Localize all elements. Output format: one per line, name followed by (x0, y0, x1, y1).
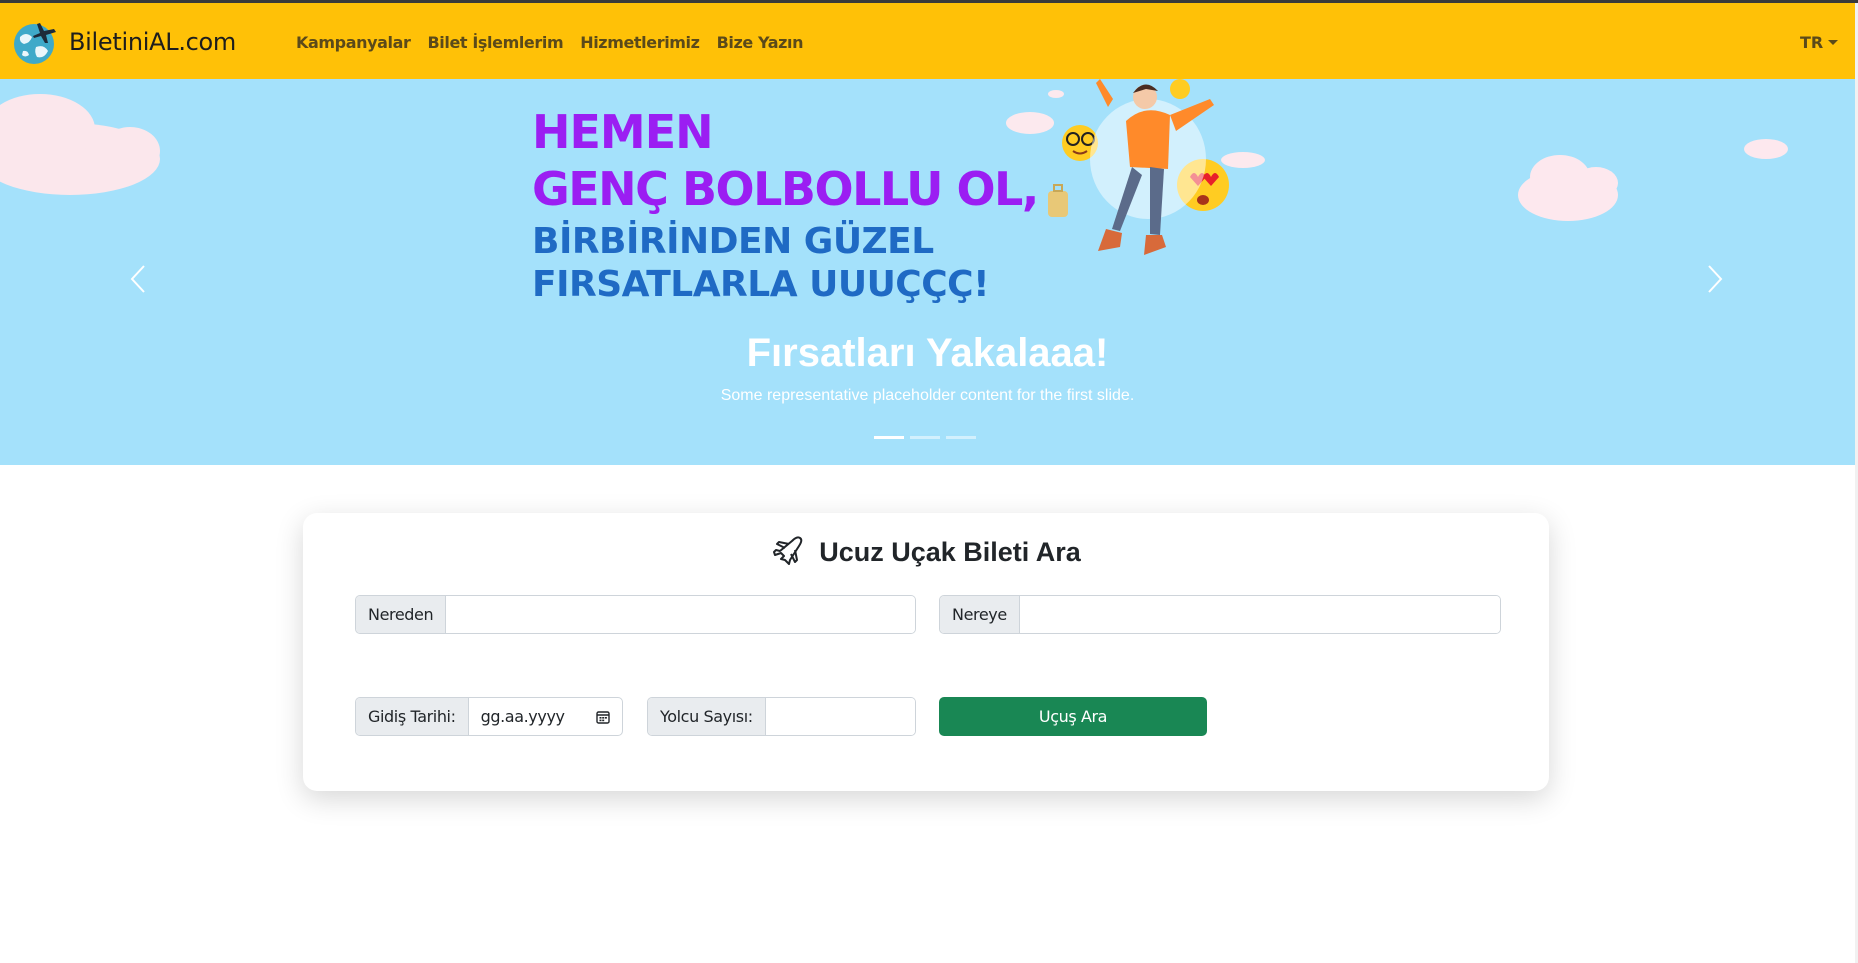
calendar-icon[interactable] (596, 710, 610, 724)
carousel-indicator-2[interactable] (910, 436, 940, 439)
banner-line-2: GENÇ BOLBOLLU OL, (532, 162, 1039, 216)
carousel-caption-text: Some representative placeholder content … (720, 387, 1135, 404)
banner-line-4: FIRSATLARLA UUUÇÇÇ! (532, 264, 989, 305)
search-title-text: Ucuz Uçak Bileti Ara (819, 536, 1081, 567)
suitcase (1048, 184, 1068, 217)
emoji-small (1170, 79, 1190, 99)
language-label: TR (1800, 33, 1824, 52)
nav-link-bilet-islemlerim[interactable]: Bilet İşlemlerim (428, 33, 564, 52)
date-placeholder: gg.aa.yyyy (480, 707, 565, 726)
brand-name: BiletiniAL.com (69, 28, 236, 56)
brand-link[interactable]: BiletiniAL.com (10, 17, 236, 67)
from-input-group: Nereden (355, 595, 916, 634)
chevron-left-icon (130, 265, 145, 293)
globe-plane-logo-icon (14, 23, 56, 64)
carousel-indicators (874, 436, 982, 439)
language-dropdown[interactable]: TR (1800, 33, 1839, 52)
character-figure (1090, 79, 1214, 255)
to-input[interactable] (1019, 596, 1500, 633)
nav-links: Kampanyalar Bilet İşlemlerim Hizmetlerim… (296, 33, 820, 52)
search-flight-button[interactable]: Uçuş Ara (939, 697, 1207, 736)
flight-search-card: Ucuz Uçak Bileti Ara Nereden Nereye Gidi… (303, 513, 1549, 791)
hero-carousel: HEMEN GENÇ BOLBOLLU OL, BİRBİRİNDEN GÜZE… (0, 79, 1855, 465)
banner-line-1: HEMEN (532, 105, 714, 159)
carousel-prev-button[interactable] (113, 254, 163, 304)
carousel-caption-title: Fırsatları Yakalaaa! (746, 331, 1109, 375)
caret-down-icon (1828, 40, 1839, 45)
nav-link-bize-yazin[interactable]: Bize Yazın (717, 33, 804, 52)
carousel-indicator-1[interactable] (874, 436, 904, 439)
date-label: Gidiş Tarihi: (356, 698, 469, 735)
from-input[interactable] (446, 596, 915, 633)
passenger-input-group: Yolcu Sayısı: (647, 697, 916, 736)
top-navbar: BiletiniAL.com Kampanyalar Bilet İşlemle… (0, 3, 1855, 79)
search-title: Ucuz Uçak Bileti Ara (303, 535, 1549, 569)
nav-link-kampanyalar[interactable]: Kampanyalar (296, 33, 411, 52)
cloud-right (1518, 155, 1618, 221)
passenger-input[interactable] (765, 698, 915, 735)
cloud-left (0, 94, 160, 195)
to-input-group: Nereye (939, 595, 1501, 634)
passenger-label: Yolcu Sayısı: (648, 698, 766, 735)
banner-headline: HEMEN GENÇ BOLBOLLU OL, BİRBİRİNDEN GÜZE… (532, 101, 1039, 305)
to-label: Nereye (940, 596, 1020, 633)
date-input-group: Gidiş Tarihi: gg.aa.yyyy (355, 697, 623, 736)
nav-link-hizmetlerimiz[interactable]: Hizmetlerimiz (580, 33, 700, 52)
cloud-far-right (1744, 139, 1788, 159)
banner-line-3: BİRBİRİNDEN GÜZEL (532, 221, 934, 262)
from-label: Nereden (356, 596, 447, 633)
carousel-next-button[interactable] (1690, 254, 1740, 304)
chevron-right-icon (1708, 265, 1723, 293)
airplane-icon (773, 536, 803, 565)
carousel-indicator-3[interactable] (946, 436, 976, 439)
date-input[interactable]: gg.aa.yyyy (469, 698, 622, 735)
